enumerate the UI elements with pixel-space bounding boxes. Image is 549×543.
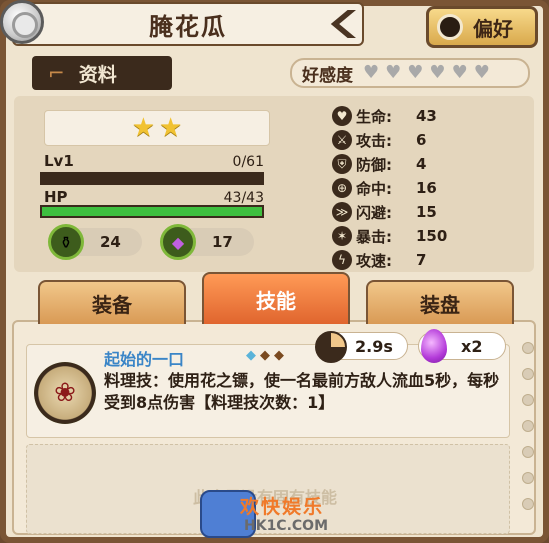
attr-value: 150 (416, 227, 448, 245)
potion-icon: ⚱ (48, 224, 84, 260)
heart-icon: ♥ (363, 62, 380, 83)
diamond-icon: ◆ (246, 348, 260, 363)
back-button[interactable] (0, 0, 44, 44)
spoon-icon: ⌐ (48, 61, 65, 85)
heart-icon: ♥ (407, 62, 424, 83)
heart-icon: ♥ (451, 62, 468, 83)
scroll-dot (522, 472, 534, 484)
exp-bar (40, 172, 264, 185)
character-name: 腌花瓜 (149, 12, 227, 41)
hp-value: 43/43 (223, 190, 264, 206)
timer-icon (315, 331, 347, 363)
info-tab-label: 资料 (78, 63, 117, 86)
heart-icon: ♥ (473, 62, 490, 83)
attr-value: 43 (416, 107, 437, 125)
level-label: Lv1 (44, 152, 74, 170)
attr-speed: ϟ 攻速: 7 (332, 248, 426, 272)
scroll-indicator (522, 342, 534, 510)
title-bar: 腌花瓜 (12, 2, 364, 46)
heart-icon: ♥ (332, 106, 352, 126)
attr-attack: ⚔ 攻击: 6 (332, 128, 426, 152)
toggle-dot-icon (437, 14, 463, 40)
watermark-brand: 欢快娱乐 (240, 496, 325, 518)
favorite-label: 偏好 (473, 16, 513, 41)
affinity-meter: 好感度 ♥ ♥ ♥ ♥ ♥ ♥ (290, 58, 530, 88)
attr-value: 6 (416, 131, 427, 149)
attr-label: 攻击: (356, 131, 392, 150)
attr-hp: ♥ 生命: 43 (332, 104, 437, 128)
tab-skills[interactable]: 技能 (202, 272, 350, 324)
star-icon: ★ (159, 113, 183, 143)
rose-icon: ❀ (34, 362, 96, 424)
attr-accuracy: ⊕ 命中: 16 (332, 176, 437, 200)
cooldown-chip: 2.9s (315, 331, 408, 363)
hp-bar-fill (42, 207, 262, 216)
tab-plate[interactable]: 装盘 (366, 280, 514, 324)
potion-counter: ⚱ 24 (48, 224, 142, 260)
scroll-dot (522, 342, 534, 354)
rarity-stars: ★ ★ (44, 110, 270, 146)
target-icon: ⊕ (332, 178, 352, 198)
uses-value: x2 (461, 337, 483, 356)
chevron-left-icon (330, 10, 356, 38)
hp-bar (40, 205, 264, 218)
gem-counter: ◆ 17 (160, 224, 254, 260)
attr-label: 命中: (356, 179, 392, 198)
skill-level-diamonds: ◆◆◆ (246, 348, 288, 363)
dodge-icon: ≫ (332, 202, 352, 222)
purple-gem-icon: ◆ (160, 224, 196, 260)
exp-value: 0/61 (232, 154, 264, 170)
gem-count: 17 (212, 233, 233, 251)
diamond-icon: ◆ (260, 348, 274, 363)
potion-count: 24 (100, 233, 121, 251)
attr-label: 防御: (356, 155, 392, 174)
attr-dodge: ≫ 闪避: 15 (332, 200, 437, 224)
skill-description: 料理技：使用花之镖，使一名最前方敌人流血5秒，每秒受到8点伤害【料理技次数：1】 (104, 371, 500, 412)
uses-chip: x2 (418, 329, 506, 363)
tab-equipment[interactable]: 装备 (38, 280, 186, 324)
scroll-dot (522, 446, 534, 458)
attr-crit: ✶ 暴击: 150 (332, 224, 447, 248)
scroll-dot (522, 498, 534, 510)
purple-drop-icon (421, 329, 447, 363)
attr-value: 16 (416, 179, 437, 197)
shield-icon: ⛨ (332, 154, 352, 174)
scroll-dot (522, 368, 534, 380)
watermark: 欢快娱乐 HK1C.COM (200, 486, 360, 542)
attr-label: 生命: (356, 107, 392, 126)
info-tab[interactable]: ⌐ 资料 (32, 56, 172, 90)
star-icon: ★ (131, 113, 155, 143)
scroll-dot (522, 394, 534, 406)
attack-icon: ⚔ (332, 130, 352, 150)
attr-label: 闪避: (356, 203, 392, 222)
heart-icon: ♥ (429, 62, 446, 83)
attr-label: 攻速: (356, 251, 392, 270)
favorite-button[interactable]: 偏好 (426, 6, 538, 48)
speed-icon: ϟ (332, 250, 352, 270)
cooldown-value: 2.9s (355, 337, 393, 356)
hp-label: HP (44, 188, 68, 206)
attr-value: 4 (416, 155, 427, 173)
scroll-dot (522, 420, 534, 432)
attr-defense: ⛨ 防御: 4 (332, 152, 426, 176)
attr-value: 7 (416, 251, 427, 269)
crit-icon: ✶ (332, 226, 352, 246)
affinity-label: 好感度 (302, 65, 353, 86)
attr-value: 15 (416, 203, 437, 221)
skill-name: 起始的一口 (104, 350, 185, 369)
heart-icon: ♥ (385, 62, 402, 83)
watermark-site: HK1C.COM (244, 518, 329, 534)
diamond-icon: ◆ (274, 348, 288, 363)
attr-label: 暴击: (356, 227, 392, 246)
